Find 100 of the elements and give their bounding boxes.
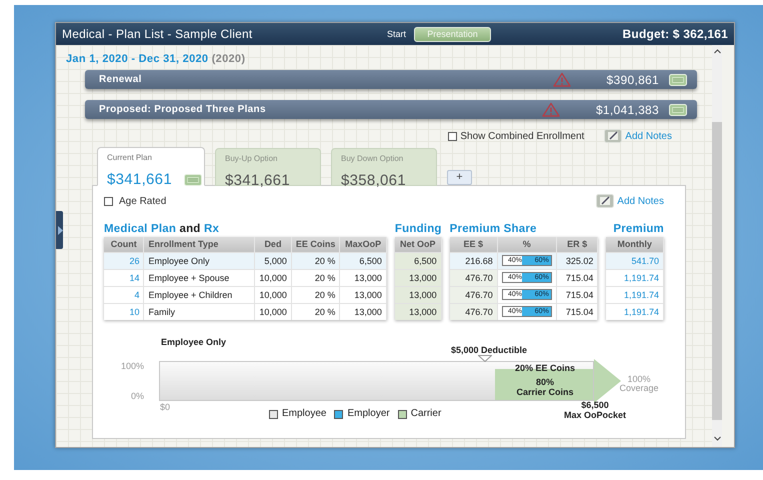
date-range: Jan 1, 2020 - Dec 31, 2020 (2020) bbox=[66, 53, 246, 66]
table-cell: 10,000 bbox=[254, 286, 292, 303]
plan-amount: $1,041,383 bbox=[596, 102, 659, 116]
column-header[interactable]: Monthly bbox=[606, 237, 664, 252]
table-cell: 476.70 bbox=[450, 269, 498, 286]
column-header[interactable]: EE Coins bbox=[291, 237, 340, 252]
table-cell: Family bbox=[144, 303, 255, 320]
coinsurance-label: 20% EE Coins bbox=[514, 363, 576, 373]
chart-title: Employee Only bbox=[161, 337, 226, 347]
column-header[interactable]: Enrollment Type bbox=[144, 237, 255, 252]
deductible-label: $5,000 Deductible bbox=[450, 345, 528, 355]
plan-amount: $390,861 bbox=[606, 72, 659, 86]
table-cell: 715.04 bbox=[556, 269, 598, 286]
edit-icon[interactable] bbox=[604, 129, 622, 143]
table-cell: 14 bbox=[104, 269, 144, 286]
add-tab-button[interactable]: + bbox=[447, 170, 472, 185]
edit-icon[interactable] bbox=[596, 194, 614, 208]
legend-label: Carrier bbox=[410, 409, 442, 419]
scroll-down-icon[interactable] bbox=[714, 436, 720, 441]
table-cell: 216.68 bbox=[450, 252, 498, 269]
max-oop-label: Max OoPocket bbox=[562, 410, 628, 420]
plan-bar[interactable]: Proposed: Proposed Three Plans $1,041,383 bbox=[85, 100, 697, 119]
scroll-up-icon[interactable] bbox=[714, 49, 720, 54]
table-cell: 13,000 bbox=[340, 286, 386, 303]
table-cell: 1,191.74 bbox=[606, 303, 664, 320]
table-cell: 6,500 bbox=[394, 252, 442, 269]
table-cell: 715.04 bbox=[556, 286, 598, 303]
table-cell: 26 bbox=[104, 252, 144, 269]
table-cell: 10 bbox=[104, 303, 144, 320]
note-icon[interactable] bbox=[669, 74, 687, 86]
table-cell: 20 % bbox=[291, 252, 340, 269]
option-tab[interactable]: Buy Down Option $358,061 bbox=[331, 148, 437, 186]
carrier-share-label: 80% bbox=[534, 377, 555, 387]
table-cell: 325.02 bbox=[556, 252, 598, 269]
table-cell: 1,191.74 bbox=[606, 286, 664, 303]
table-cell: 13,000 bbox=[340, 269, 386, 286]
table-cell: 13,000 bbox=[394, 286, 442, 303]
carrier-coins-label: Carrier Coins bbox=[515, 387, 575, 397]
section-heading: Premium bbox=[612, 222, 664, 237]
add-notes-link[interactable]: Add Notes bbox=[617, 196, 664, 206]
checkbox[interactable] bbox=[448, 132, 458, 140]
caret-icon bbox=[58, 226, 63, 234]
tab-amount: $358,061 bbox=[341, 172, 406, 189]
option-tab[interactable]: Buy-Up Option $341,661 bbox=[215, 148, 321, 186]
table-cell: 20 % bbox=[291, 286, 340, 303]
table-cell: 1,191.74 bbox=[606, 269, 664, 286]
plan-bar[interactable]: Renewal $390,861 bbox=[85, 70, 697, 89]
table-cell: 20 % bbox=[291, 303, 340, 320]
window-title: Medical - Plan List - Sample Client bbox=[62, 27, 254, 41]
table-cell: Employee + Spouse bbox=[144, 269, 255, 286]
budget-label: Budget: $ 362,161 bbox=[622, 27, 728, 41]
checkbox[interactable] bbox=[104, 196, 113, 206]
table-cell: 476.70 bbox=[450, 286, 498, 303]
panel-handle[interactable] bbox=[56, 211, 63, 249]
coverage-share-label: 100% bbox=[626, 374, 652, 384]
column-header[interactable]: % bbox=[497, 237, 556, 252]
column-header[interactable]: EE $ bbox=[450, 237, 498, 252]
start-label: Start bbox=[387, 29, 406, 39]
option-tab[interactable]: Current Plan $341,661 bbox=[97, 147, 205, 186]
table-cell: Employee Only bbox=[144, 252, 255, 269]
legend-label: Employee bbox=[282, 409, 326, 419]
checkbox-label: Age Rated bbox=[119, 196, 166, 206]
axis-label: $0 bbox=[160, 402, 170, 412]
tab-label: Current Plan bbox=[107, 153, 153, 162]
column-header[interactable]: Ded bbox=[254, 237, 292, 252]
add-notes-link[interactable]: Add Notes bbox=[625, 130, 672, 142]
section-heading: Medical Plan and Rx bbox=[104, 222, 220, 237]
table-cell: 5,000 bbox=[254, 252, 292, 269]
section-heading: Funding bbox=[394, 222, 442, 237]
column-header[interactable]: Net OoP bbox=[394, 237, 442, 252]
note-icon[interactable] bbox=[669, 104, 687, 116]
table-cell: 13,000 bbox=[394, 269, 442, 286]
tab-amount: $341,661 bbox=[107, 171, 172, 188]
table-cell: 541.70 bbox=[606, 252, 664, 269]
table-cell: 13,000 bbox=[340, 303, 386, 320]
checkbox-label: Show Combined Enrollment bbox=[460, 130, 584, 142]
tab-amount: $341,661 bbox=[225, 172, 290, 189]
tab-label: Buy-Up Option bbox=[225, 154, 278, 163]
coverage-arrow bbox=[594, 359, 621, 403]
tab-label: Buy Down Option bbox=[341, 154, 404, 163]
table-cell: 20 % bbox=[291, 269, 340, 286]
note-icon[interactable] bbox=[184, 174, 202, 186]
table-cell: 10,000 bbox=[254, 269, 292, 286]
column-header[interactable]: Count bbox=[104, 237, 144, 252]
table-cell: 715.04 bbox=[556, 303, 598, 320]
table-cell: 4 bbox=[104, 286, 144, 303]
column-header[interactable]: ER $ bbox=[556, 237, 598, 252]
max-amount-label: $6,500 bbox=[580, 400, 610, 410]
section-heading: Premium Share bbox=[450, 222, 538, 237]
coverage-label: Coverage bbox=[618, 383, 660, 393]
table-cell: Employee + Children bbox=[144, 286, 255, 303]
column-header[interactable]: MaxOoP bbox=[340, 237, 386, 252]
table-cell: 476.70 bbox=[450, 303, 498, 320]
plan-name: Proposed: Proposed Three Plans bbox=[99, 104, 267, 115]
legend-label: Employer bbox=[347, 409, 390, 419]
plan-name: Renewal bbox=[99, 74, 143, 85]
axis-label: 100% bbox=[121, 361, 144, 371]
axis-label: 0% bbox=[130, 391, 144, 401]
scroll-thumb[interactable] bbox=[712, 122, 722, 420]
table-cell: 13,000 bbox=[394, 303, 442, 320]
